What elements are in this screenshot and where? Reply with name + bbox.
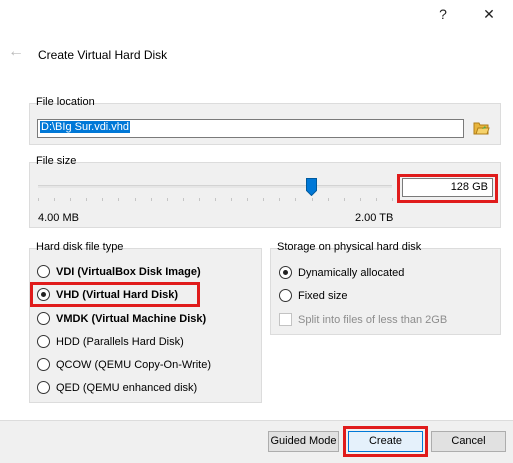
cancel-button[interactable]: Cancel xyxy=(431,431,506,452)
vhd-highlight-box xyxy=(30,282,200,307)
slider-thumb[interactable] xyxy=(306,178,317,197)
slider-tick xyxy=(54,198,55,201)
radio-vmdk-circle[interactable] xyxy=(37,312,50,325)
radio-hdd[interactable]: HDD (Parallels Hard Disk) xyxy=(37,335,184,348)
guided-mode-button[interactable]: Guided Mode xyxy=(268,431,339,452)
radio-qed-circle[interactable] xyxy=(37,381,50,394)
size-max-label: 2.00 TB xyxy=(355,212,394,224)
radio-dynamic-circle[interactable] xyxy=(279,266,292,279)
close-button[interactable]: ✕ xyxy=(480,6,498,23)
file-location-value: D:\BIg Sur.vdi.vhd xyxy=(40,121,131,133)
slider-tick xyxy=(215,198,216,201)
split-checkbox[interactable]: Split into files of less than 2GB xyxy=(279,313,447,326)
size-min-label: 4.00 MB xyxy=(38,212,79,224)
split-checkbox-label: Split into files of less than 2GB xyxy=(298,313,448,326)
radio-hdd-label: HDD (Parallels Hard Disk) xyxy=(56,335,184,348)
radio-vmdk-label: VMDK (Virtual Machine Disk) xyxy=(56,312,207,325)
radio-hdd-circle[interactable] xyxy=(37,335,50,348)
size-highlight-box xyxy=(397,174,498,203)
slider-tick xyxy=(151,198,152,201)
slider-tick xyxy=(167,198,168,201)
radio-fixed-circle[interactable] xyxy=(279,289,292,302)
slider-tick xyxy=(70,198,71,201)
slider-tick xyxy=(328,198,329,201)
slider-tick xyxy=(344,198,345,201)
slider-tick xyxy=(86,198,87,201)
folder-icon[interactable] xyxy=(473,120,490,136)
radio-qcow-circle[interactable] xyxy=(37,358,50,371)
radio-dynamic[interactable]: Dynamically allocated xyxy=(279,266,404,279)
slider-tick xyxy=(231,198,232,201)
slider-tick xyxy=(263,198,264,201)
slider-tick xyxy=(118,198,119,201)
radio-qed[interactable]: QED (QEMU enhanced disk) xyxy=(37,381,197,394)
slider-tick xyxy=(312,198,313,201)
back-arrow-icon[interactable]: ← xyxy=(8,43,24,61)
slider-tick xyxy=(102,198,103,201)
radio-qed-label: QED (QEMU enhanced disk) xyxy=(56,381,198,394)
slider-tick xyxy=(392,198,393,201)
storage-legend: Storage on physical hard disk xyxy=(277,241,422,253)
slider-tick xyxy=(376,198,377,201)
radio-qcow[interactable]: QCOW (QEMU Copy-On-Write) xyxy=(37,358,211,371)
radio-vdi-label: VDI (VirtualBox Disk Image) xyxy=(56,265,201,278)
split-checkbox-box[interactable] xyxy=(279,313,292,326)
radio-vdi-circle[interactable] xyxy=(37,265,50,278)
file-location-legend: File location xyxy=(36,96,95,108)
create-highlight-box xyxy=(343,426,428,457)
slider-tick xyxy=(279,198,280,201)
file-location-input[interactable]: D:\BIg Sur.vdi.vhd xyxy=(37,119,464,138)
help-button[interactable]: ? xyxy=(434,6,452,22)
radio-vmdk[interactable]: VMDK (Virtual Machine Disk) xyxy=(37,312,206,325)
radio-qcow-label: QCOW (QEMU Copy-On-Write) xyxy=(56,358,212,371)
file-size-slider[interactable] xyxy=(38,185,392,188)
radio-fixed-label: Fixed size xyxy=(298,289,348,302)
slider-tick xyxy=(295,198,296,201)
dialog-title: Create Virtual Hard Disk xyxy=(38,48,168,62)
slider-tick xyxy=(183,198,184,201)
slider-tick xyxy=(38,198,39,201)
radio-vdi[interactable]: VDI (VirtualBox Disk Image) xyxy=(37,265,201,278)
slider-tick xyxy=(135,198,136,201)
disk-type-legend: Hard disk file type xyxy=(36,241,124,253)
slider-tick xyxy=(247,198,248,201)
slider-tick xyxy=(199,198,200,201)
radio-fixed[interactable]: Fixed size xyxy=(279,289,348,302)
file-size-legend: File size xyxy=(36,155,77,167)
radio-dynamic-label: Dynamically allocated xyxy=(298,266,405,279)
slider-tick xyxy=(360,198,361,201)
